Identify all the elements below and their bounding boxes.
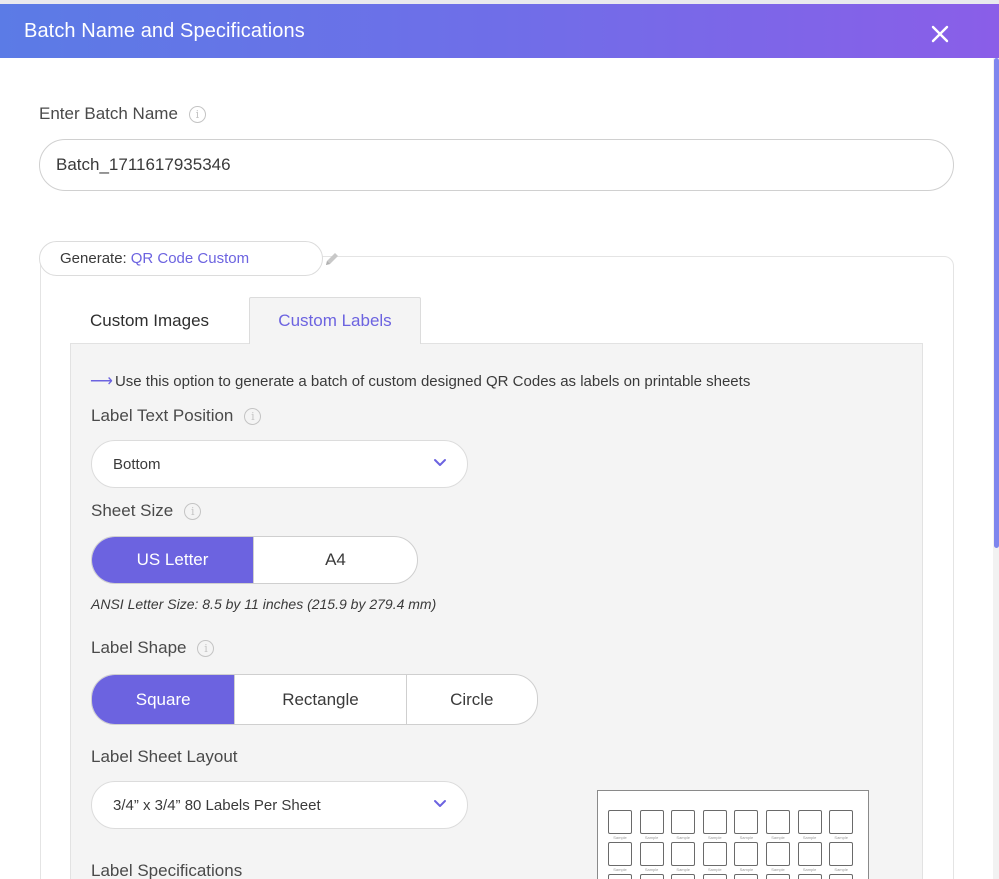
label-cell	[702, 810, 727, 834]
shape-square-button[interactable]: Square	[92, 675, 236, 724]
label-cell-caption: Sample	[644, 835, 659, 840]
label-cell	[608, 874, 632, 879]
info-icon[interactable]: i	[184, 502, 202, 520]
label-cell-caption: Sample	[708, 835, 722, 840]
chevron-down-icon	[434, 459, 446, 466]
label-cell-caption: Sample	[739, 867, 754, 872]
label-cell	[639, 842, 664, 866]
label-shape-label: Label Shape	[91, 638, 187, 657]
label-cell-caption: Sample	[802, 835, 817, 840]
label-cell	[671, 874, 696, 879]
label-cell-caption: Sample	[739, 835, 754, 840]
sheet-size-note: ANSI Letter Size: 8.5 by 11 inches (215.…	[91, 596, 437, 612]
generate-value[interactable]: QR Code Custom	[131, 250, 249, 267]
hint-text-row: ⟶ Use this option to generate a batch of…	[90, 371, 750, 391]
sheet-layout-label: Label Sheet Layout	[91, 747, 238, 766]
label-cell	[734, 842, 759, 866]
label-cell-caption: Sample	[834, 835, 848, 840]
label-cell	[608, 810, 632, 834]
info-icon[interactable]: i	[244, 407, 262, 425]
label-cell	[829, 810, 854, 834]
generate-pill[interactable]: Generate: QR Code Custom	[39, 241, 338, 276]
label-cell	[797, 874, 822, 879]
sheet-layout-select[interactable]: 3/4” x 3/4” 80 Labels Per Sheet	[91, 781, 468, 829]
shape-rectangle-button[interactable]: Rectangle	[235, 675, 407, 724]
sheet-size-us-letter-button[interactable]: US Letter	[92, 537, 254, 583]
label-cell-caption: Sample	[802, 867, 817, 872]
dialog-header: Batch Name and Specifications	[0, 4, 999, 58]
label-cell	[797, 842, 822, 866]
pencil-icon[interactable]	[323, 250, 341, 268]
close-icon	[931, 25, 949, 43]
scrollbar-thumb[interactable]	[994, 58, 999, 548]
batch-name-label-row: Enter Batch Name i	[39, 104, 206, 124]
sheet-layout-value: 3/4” x 3/4” 80 Labels Per Sheet	[113, 796, 321, 814]
tab-custom-labels[interactable]: Custom Labels	[249, 297, 421, 344]
sheet-layout-label-row: Label Sheet Layout	[91, 747, 238, 767]
generate-label: Generate:	[60, 250, 127, 267]
label-cell	[734, 874, 759, 879]
label-cell	[702, 842, 727, 866]
info-icon[interactable]: i	[197, 639, 215, 657]
label-cell	[702, 874, 727, 879]
batch-name-input[interactable]	[39, 139, 954, 191]
label-specs-label: Label Specifications	[91, 861, 243, 879]
text-position-select[interactable]: Bottom	[91, 440, 468, 488]
text-position-value: Bottom	[113, 455, 161, 473]
label-cell	[671, 810, 696, 834]
hint-text: Use this option to generate a batch of c…	[114, 372, 751, 390]
sheet-size-toggle: US Letter A4	[91, 536, 418, 584]
label-cell-caption: Sample	[613, 835, 627, 840]
info-icon[interactable]: i	[188, 105, 206, 123]
label-cell-caption: Sample	[771, 867, 785, 872]
label-cell	[766, 810, 790, 834]
label-cell-caption: Sample	[708, 867, 722, 872]
label-cell	[766, 842, 790, 866]
label-cell-caption: Sample	[676, 835, 690, 840]
tab-custom-labels-label: Custom Labels	[278, 311, 392, 330]
label-specs-label-row: Label Specifications	[91, 861, 242, 879]
label-cell-caption: Sample	[834, 867, 848, 872]
label-cell	[829, 842, 854, 866]
label-cell	[766, 874, 790, 879]
label-cell	[671, 842, 696, 866]
label-cell	[734, 810, 759, 834]
label-cell	[639, 810, 664, 834]
label-cell-caption: Sample	[613, 867, 627, 872]
label-cell-caption: Sample	[644, 867, 659, 872]
chevron-down-icon	[434, 800, 446, 807]
label-cell	[608, 842, 632, 866]
sheet-size-label: Sheet Size	[91, 501, 174, 520]
label-cell	[797, 810, 822, 834]
sheet-size-label-row: Sheet Size i	[91, 501, 202, 521]
text-position-label: Label Text Position	[91, 406, 234, 425]
label-cell-caption: Sample	[676, 867, 690, 872]
sheet-size-a4-button[interactable]: A4	[254, 537, 417, 583]
dialog-title: Batch Name and Specifications	[24, 19, 305, 42]
label-cell-caption: Sample	[771, 835, 785, 840]
text-position-label-row: Label Text Position i	[91, 406, 262, 426]
label-shape-toggle: Square Rectangle Circle	[91, 674, 538, 725]
arrow-right-icon: ⟶	[90, 373, 113, 390]
shape-circle-button[interactable]: Circle	[407, 675, 537, 724]
label-sheet-preview: Sample Sample Sample Sample Sample Sample Samp…	[597, 790, 869, 879]
tab-custom-images[interactable]: Custom Images	[90, 311, 209, 331]
label-cell	[829, 874, 854, 879]
close-button[interactable]	[926, 20, 954, 48]
batch-name-label: Enter Batch Name	[39, 104, 178, 123]
label-shape-label-row: Label Shape i	[91, 638, 215, 658]
label-cell	[639, 874, 664, 879]
